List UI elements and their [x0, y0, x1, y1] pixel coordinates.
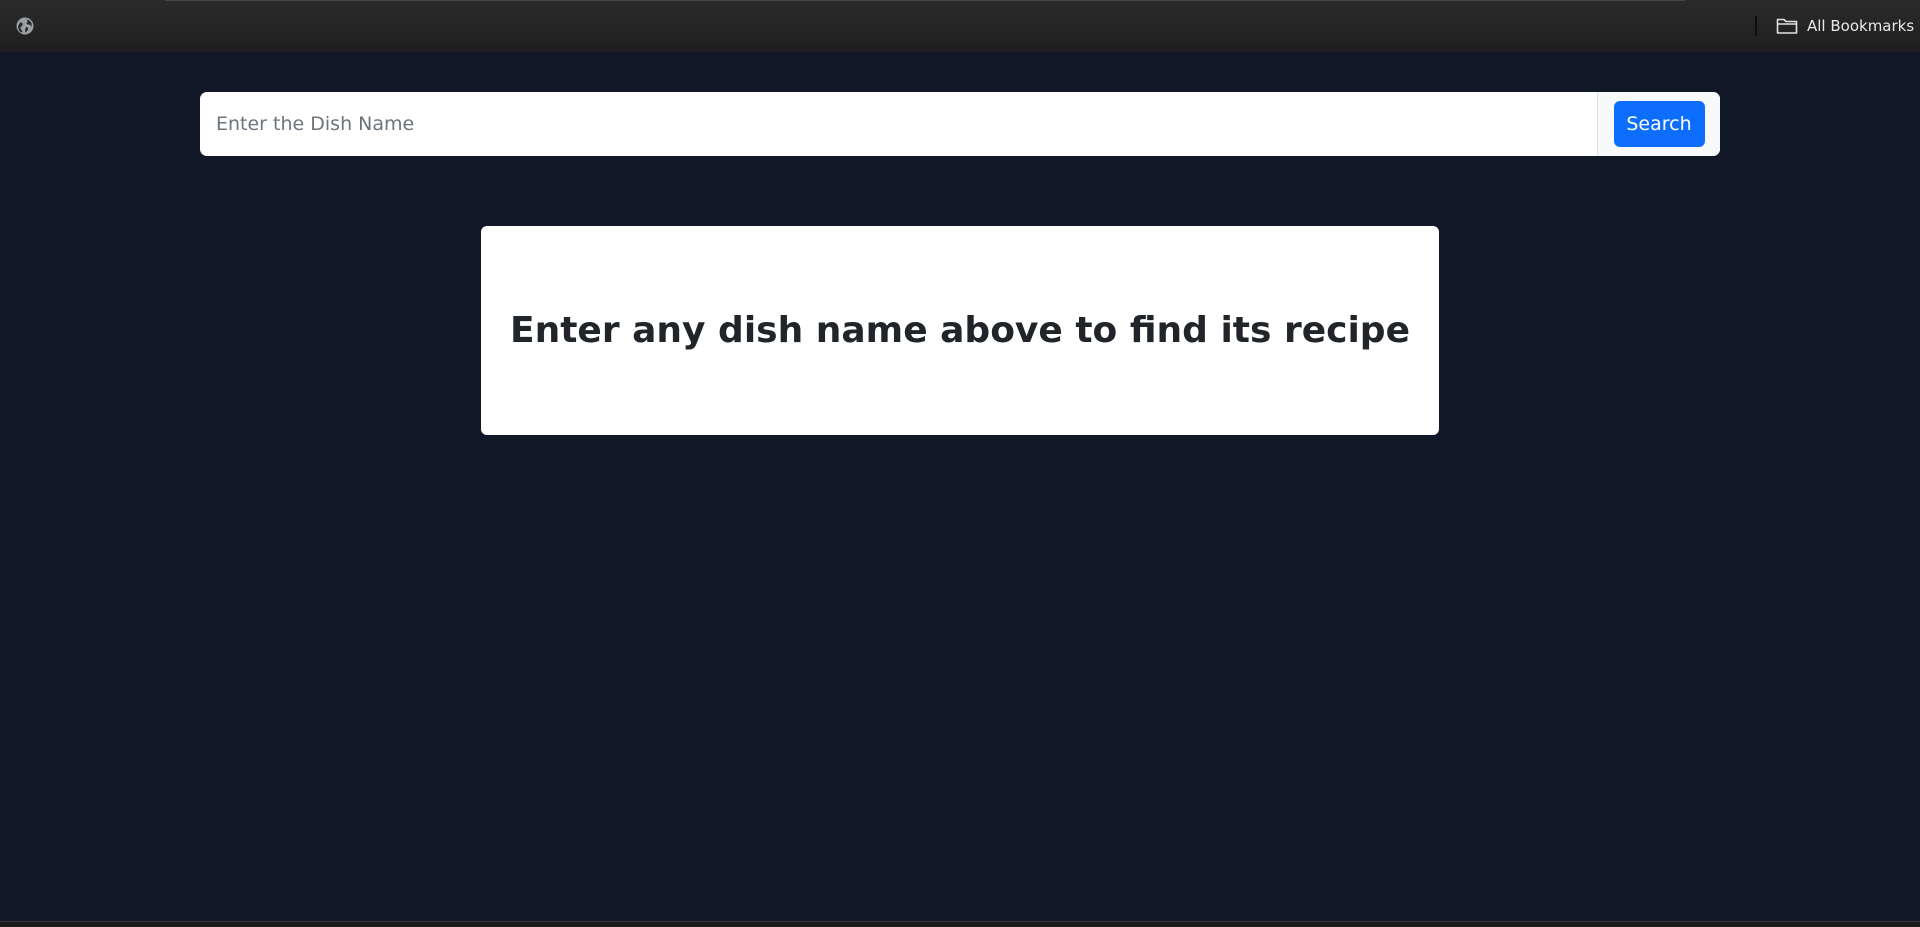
- search-button[interactable]: Search: [1613, 101, 1705, 147]
- tab-strip-edge: [165, 0, 1685, 1]
- all-bookmarks-label: All Bookmarks: [1807, 17, 1915, 35]
- dish-search-input[interactable]: [200, 92, 1597, 156]
- search-button-addon: Search: [1597, 92, 1720, 156]
- folder-icon: [1776, 18, 1798, 34]
- search-bar: Search: [200, 92, 1720, 156]
- recipe-prompt-card: Enter any dish name above to find its re…: [481, 226, 1439, 435]
- globe-icon[interactable]: [16, 17, 34, 35]
- prompt-heading: Enter any dish name above to find its re…: [510, 310, 1410, 351]
- all-bookmarks-button[interactable]: All Bookmarks: [1776, 13, 1914, 39]
- toolbar-divider: [1755, 16, 1757, 36]
- window-bottom-edge: [0, 921, 1920, 927]
- bookmarks-bar: All Bookmarks: [0, 0, 1920, 52]
